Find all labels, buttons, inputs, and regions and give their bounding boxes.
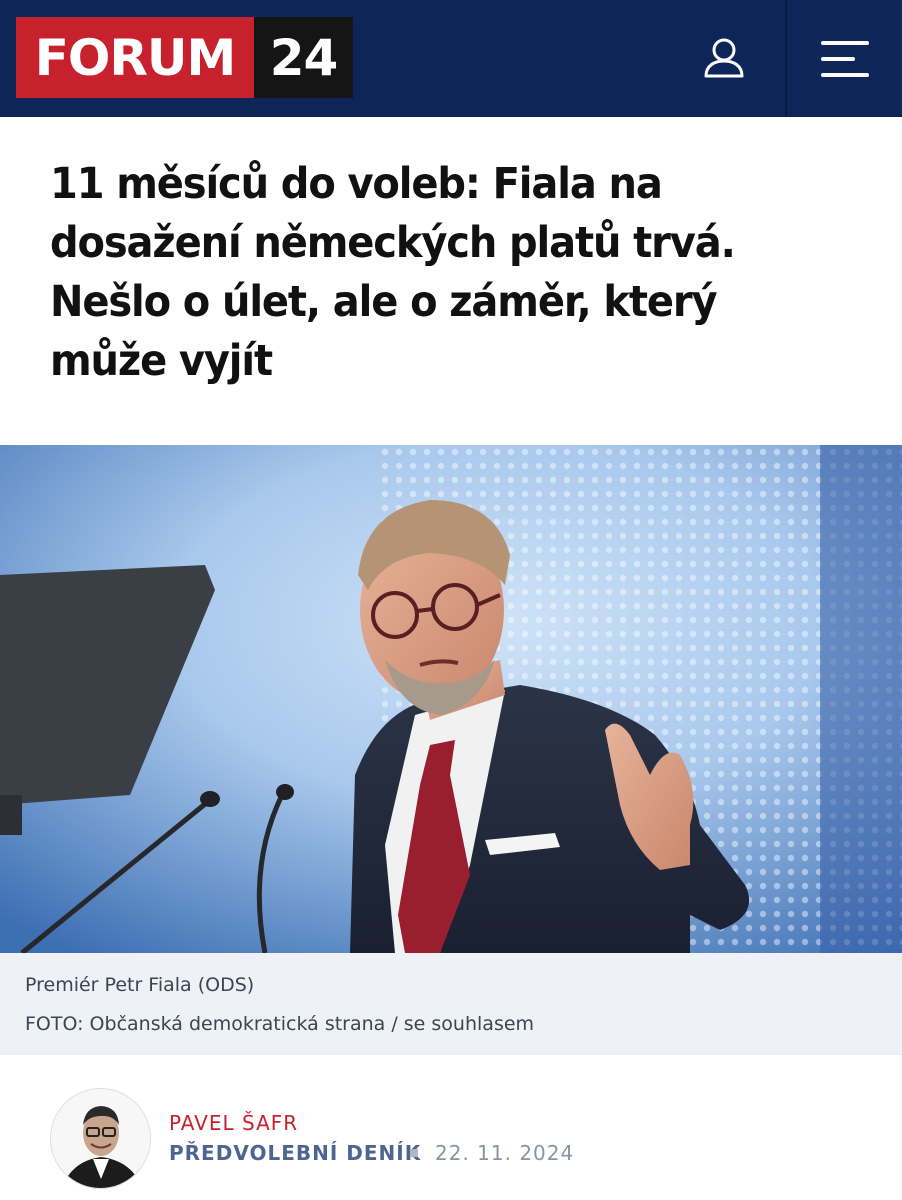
photo-credit: FOTO: Občanská demokratická strana / se … — [25, 1013, 535, 1035]
menu-button[interactable] — [787, 0, 902, 117]
separator-dot — [410, 1149, 418, 1157]
article-headline: 11 měsíců do voleb: Fiala na dosažení ně… — [50, 159, 736, 386]
rubric-link[interactable]: PŘEDVOLEBNÍ DENÍK — [169, 1141, 421, 1165]
author-avatar[interactable] — [50, 1088, 151, 1189]
hamburger-menu-icon — [820, 40, 869, 77]
article-hero-image — [0, 445, 902, 953]
logo-number-text: 24 — [254, 17, 353, 98]
user-account-button[interactable] — [694, 28, 754, 88]
forum24-logo[interactable]: FORUM 24 — [16, 17, 353, 98]
site-header: FORUM 24 — [0, 0, 902, 117]
user-icon — [704, 38, 744, 78]
author-name[interactable]: PAVEL ŠAFR — [169, 1111, 298, 1135]
caption-text: Premiér Petr Fiala (ODS) — [25, 974, 255, 996]
image-caption: Premiér Petr Fiala (ODS) FOTO: Občanská … — [0, 953, 902, 1055]
logo-forum-text: FORUM — [16, 17, 254, 98]
publish-date: 22. 11. 2024 — [435, 1141, 575, 1165]
